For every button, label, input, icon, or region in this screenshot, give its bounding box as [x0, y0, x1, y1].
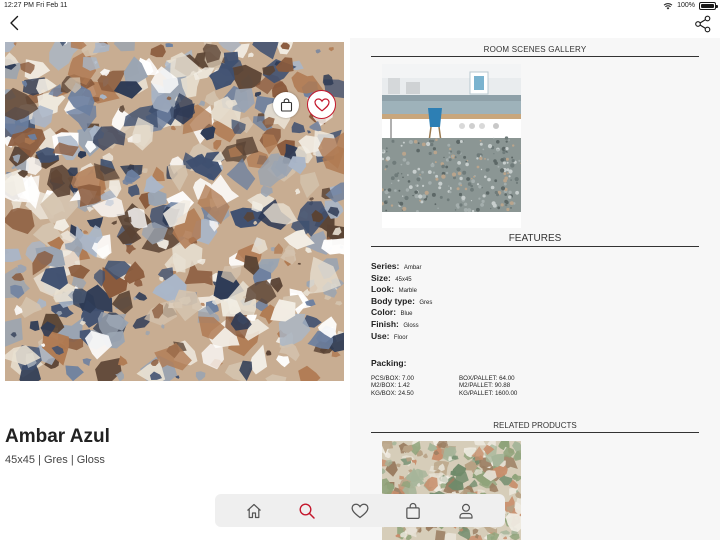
status-right: 100%	[663, 0, 718, 11]
product-title: Ambar Azul	[5, 426, 110, 447]
feature-use: Use: Floor	[371, 329, 571, 341]
tab-profile[interactable]	[455, 500, 477, 522]
shopping-bag-icon	[280, 98, 292, 112]
heart-icon	[351, 503, 369, 518]
user-icon	[459, 503, 473, 519]
tab-cart[interactable]	[402, 500, 424, 522]
product-image	[5, 42, 344, 381]
packing-m2-pallet: M2/PALLET: 90.88	[459, 382, 511, 390]
favorite-button[interactable]	[307, 90, 336, 119]
feature-label: Look:	[371, 284, 395, 295]
feature-label: Color:	[371, 307, 397, 318]
feature-look: Look: Marble	[371, 282, 571, 294]
feature-label: Body type:	[371, 295, 415, 306]
battery-fill	[701, 3, 714, 8]
feature-label: Series:	[371, 261, 400, 271]
product-info-pane: ROOM SCENES GALLERY FEATURES Series: Amb…	[350, 38, 720, 540]
packing-kg-box: KG/BOX: 24.50	[371, 389, 414, 397]
home-icon	[246, 503, 261, 518]
packing-m2-box: M2/BOX: 1.42	[371, 382, 410, 390]
back-button[interactable]	[6, 14, 24, 32]
feature-value: Gres	[419, 299, 433, 306]
heart-icon	[313, 97, 330, 112]
features-list: Series: Ambar Size: 45x45 Look: Marble B…	[371, 259, 571, 341]
packing-pcs-box: PCS/BOX: 7.00	[371, 375, 414, 382]
feature-label: Use:	[371, 330, 390, 341]
features-heading: FEATURES	[371, 233, 699, 247]
battery-icon	[699, 1, 718, 10]
feature-label: Size:	[371, 272, 391, 283]
related-products-heading: RELATED PRODUCTS	[371, 421, 699, 433]
status-bar: 12:27 PM Fri Feb 11 100%	[0, 0, 720, 12]
feature-finish: Finish: Gloss	[371, 317, 571, 329]
add-to-cart-button[interactable]	[273, 92, 299, 118]
room-scenes-heading: ROOM SCENES GALLERY	[371, 45, 699, 57]
tab-search[interactable]	[296, 500, 318, 522]
tab-home[interactable]	[243, 500, 265, 522]
share-icon	[695, 15, 711, 33]
room-scene-image	[382, 64, 521, 228]
share-button[interactable]	[694, 15, 712, 33]
feature-value: Floor	[393, 334, 408, 341]
tab-bar	[215, 494, 505, 527]
feature-label: Finish:	[371, 318, 399, 329]
search-icon	[299, 502, 315, 519]
packing-box-pallet: BOX/PALLET: 64.00	[459, 375, 515, 382]
battery-percent: 100%	[677, 2, 695, 9]
product-detail-pane: Ambar Azul 45x45 | Gres | Gloss	[0, 38, 350, 540]
feature-series: Series: Ambar	[371, 259, 571, 271]
packing-kg-pallet: KG/PALLET: 1600.00	[459, 389, 518, 397]
packing-grid: PCS/BOX: 7.00 BOX/PALLET: 64.00 M2/BOX: …	[371, 375, 571, 397]
shopping-bag-icon	[406, 502, 420, 519]
tab-favorites[interactable]	[349, 500, 371, 522]
room-scene-thumbnail[interactable]	[382, 64, 521, 228]
feature-size: Size: 45x45	[371, 271, 571, 283]
status-time: 12:27 PM	[4, 2, 34, 9]
terrazzo-texture	[5, 42, 344, 381]
status-date: Fri Feb 11	[36, 2, 68, 9]
wifi-icon	[663, 2, 673, 9]
feature-body-type: Body type: Gres	[371, 294, 571, 306]
packing-title: Packing:	[371, 358, 407, 368]
product-subtitle: 45x45 | Gres | Gloss	[5, 454, 105, 466]
chevron-left-icon	[10, 15, 19, 31]
